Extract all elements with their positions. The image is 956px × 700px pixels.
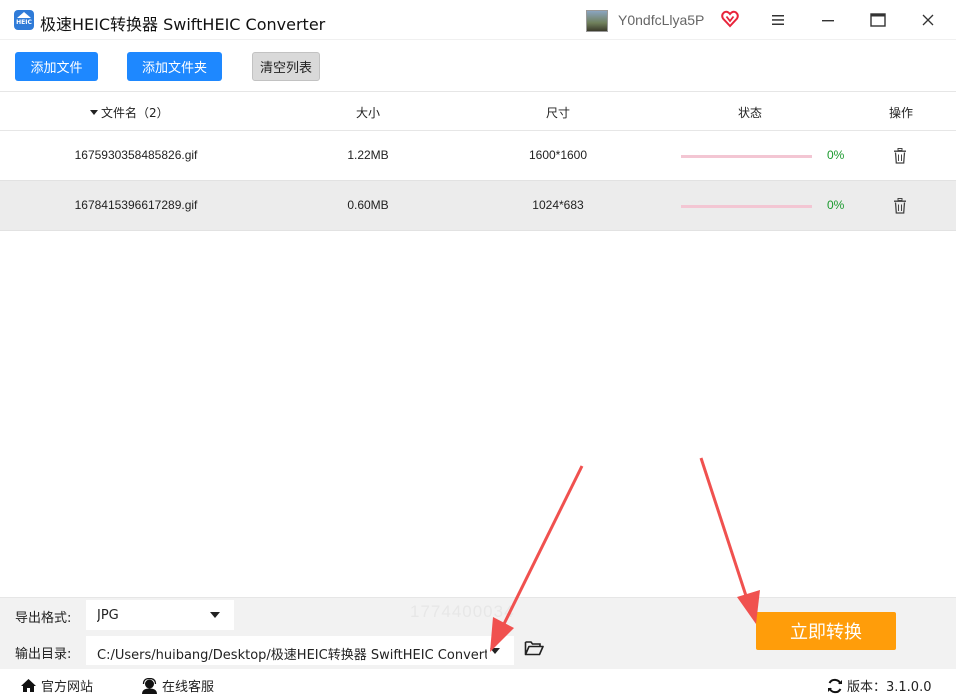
- home-icon: [21, 679, 36, 692]
- format-label: 导出格式:: [15, 611, 72, 626]
- close-icon[interactable]: [918, 10, 938, 30]
- app-logo-icon: HEIC: [14, 10, 34, 30]
- file-dimensions: 1024*683: [532, 198, 584, 212]
- app-title: 极速HEIC转换器 SwiftHEIC Converter: [40, 15, 326, 34]
- user-avatar[interactable]: [586, 10, 608, 32]
- progress-bar: [681, 155, 812, 158]
- chevron-down-icon: [210, 612, 220, 618]
- header-actions: 操作: [888, 106, 913, 120]
- file-name: 1675930358485826.gif: [74, 148, 198, 162]
- table-header: 文件名（2） 大小 尺寸 状态 操作: [0, 91, 956, 131]
- refresh-icon: [828, 678, 842, 693]
- app-logo-text: HEIC: [16, 19, 32, 26]
- header-filename-label: 文件名（2）: [101, 106, 169, 120]
- progress-bar: [681, 205, 812, 208]
- sort-desc-icon: [90, 110, 98, 115]
- header-status: 状态: [737, 106, 762, 120]
- support-agent-icon: [142, 677, 157, 694]
- username[interactable]: Y0ndfcLlya5P: [618, 12, 704, 28]
- official-website-label: 官方网站: [41, 680, 94, 695]
- vip-heart-icon[interactable]: [721, 10, 739, 28]
- clear-list-button[interactable]: 清空列表: [252, 52, 320, 81]
- table-row[interactable]: 1678415396617289.gif 0.60MB 1024*683 0%: [0, 181, 956, 231]
- output-dir-label: 输出目录:: [15, 647, 72, 662]
- folder-open-icon[interactable]: [524, 640, 544, 656]
- add-folder-button[interactable]: 添加文件夹: [127, 52, 222, 81]
- maximize-icon[interactable]: [868, 10, 888, 30]
- header-dimensions: 尺寸: [545, 106, 570, 120]
- progress-percent: 0%: [827, 198, 845, 212]
- format-select[interactable]: JPG: [85, 599, 235, 631]
- format-value: JPG: [97, 608, 119, 623]
- file-name: 1678415396617289.gif: [74, 198, 198, 212]
- header-size: 大小: [355, 106, 380, 120]
- minimize-icon[interactable]: [818, 10, 838, 30]
- convert-now-button[interactable]: 立即转换: [756, 612, 896, 650]
- file-size: 1.22MB: [347, 148, 389, 162]
- output-dir-value: C:/Users/huibang/Desktop/极速HEIC转换器 Swift…: [97, 648, 487, 663]
- file-dimensions: 1600*1600: [528, 148, 588, 162]
- add-file-button[interactable]: 添加文件: [15, 52, 98, 81]
- menu-icon[interactable]: [768, 10, 788, 30]
- chevron-down-icon: [490, 648, 500, 654]
- trash-icon[interactable]: [893, 198, 907, 214]
- title-bar: HEIC 极速HEIC转换器 SwiftHEIC Converter Y0ndf…: [0, 0, 956, 40]
- online-support-link[interactable]: 在线客服: [141, 676, 214, 695]
- version-label: 版本：3.1.0.0: [847, 680, 932, 695]
- version-info[interactable]: 版本：3.1.0.0: [827, 676, 931, 695]
- table-row[interactable]: 1675930358485826.gif 1.22MB 1600*1600 0%: [0, 131, 956, 181]
- trash-icon[interactable]: [893, 148, 907, 164]
- progress-percent: 0%: [827, 148, 845, 162]
- official-website-link[interactable]: 官方网站: [20, 676, 93, 695]
- watermark-text: 1774400034: [410, 602, 515, 621]
- file-size: 0.60MB: [347, 198, 389, 212]
- status-bar: 官方网站 在线客服 版本：3.1.0.0: [0, 669, 956, 700]
- online-support-label: 在线客服: [162, 680, 215, 695]
- output-dir-select[interactable]: C:/Users/huibang/Desktop/极速HEIC转换器 Swift…: [85, 635, 515, 666]
- header-filename[interactable]: 文件名（2）: [90, 104, 180, 121]
